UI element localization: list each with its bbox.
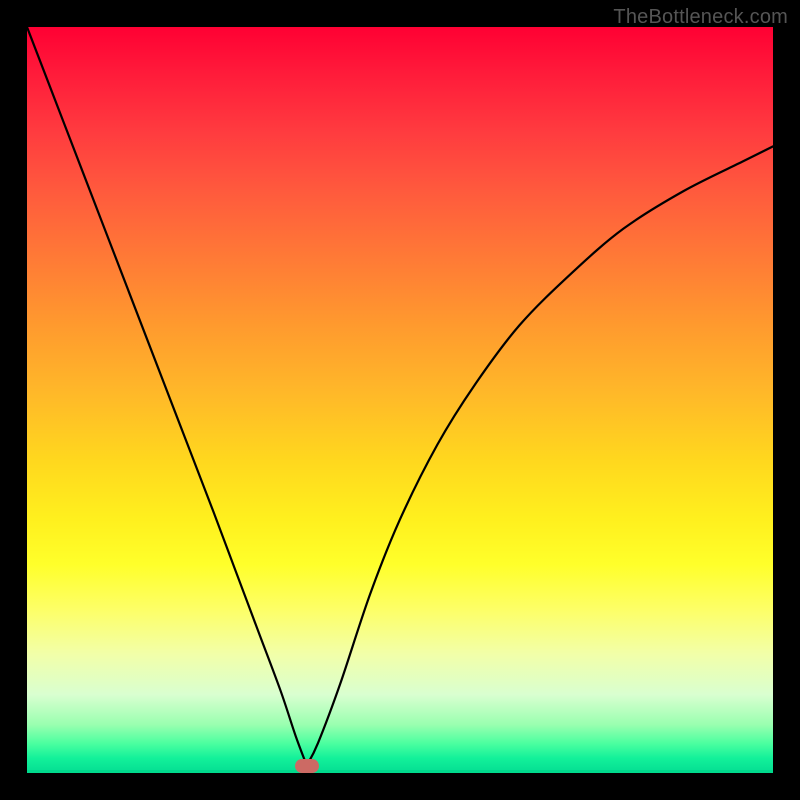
curve-right-branch [307, 146, 773, 765]
watermark-text: TheBottleneck.com [613, 6, 788, 29]
curve-left-branch [27, 27, 307, 766]
optimum-marker [295, 759, 319, 773]
bottleneck-curve [27, 27, 773, 773]
chart-frame: TheBottleneck.com [0, 0, 800, 800]
plot-area [27, 27, 773, 773]
